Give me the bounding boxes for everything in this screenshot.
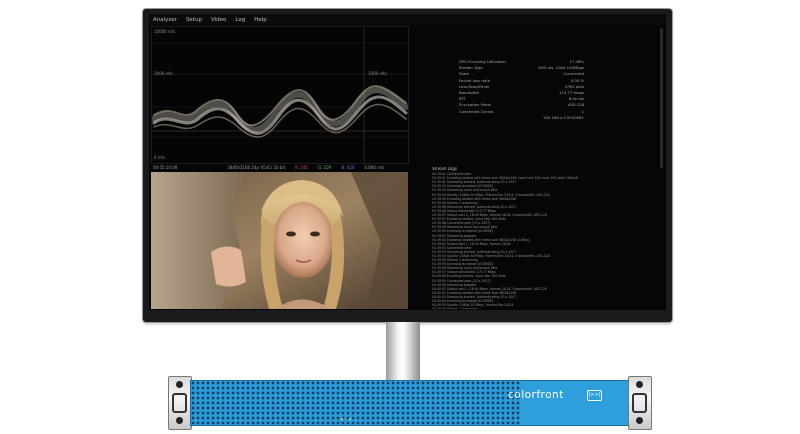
nits-value: 0.800 nits bbox=[364, 164, 385, 170]
colorfront-hardware-unit: colorfront |>>| bbox=[168, 374, 652, 430]
blue-value: B: 420 bbox=[341, 164, 355, 170]
analyzer-screen: Analyzer Setup Video Log Help 10000 nits… bbox=[149, 14, 666, 310]
stream-stats-panel: GPU Encoding Utilization 17.08% Stream Ty… bbox=[459, 59, 659, 121]
device-chassis bbox=[190, 380, 630, 426]
video-preview bbox=[151, 172, 408, 309]
waveform-scope: 10000 nits 1000 nits 1000 nits 0 nits bbox=[151, 26, 409, 164]
menu-analyzer[interactable]: Analyzer bbox=[153, 17, 177, 23]
log-line: 04.40:06 Stream 1 streaming bbox=[432, 307, 657, 309]
menu-log[interactable]: Log bbox=[235, 17, 245, 23]
menu-bar: Analyzer Setup Video Log Help bbox=[149, 14, 666, 25]
menu-video[interactable]: Video bbox=[211, 17, 226, 23]
status-led bbox=[349, 418, 351, 420]
signal-format: 3840x2160 24p YCbCr 10 bit bbox=[227, 164, 286, 170]
rack-ear-right bbox=[628, 376, 652, 430]
monitor: Analyzer Setup Video Log Help 10000 nits… bbox=[143, 9, 672, 322]
video-frame-image bbox=[151, 172, 408, 309]
log-lines: 04.39:41 Connected peer 04.39:41 Encoding… bbox=[432, 172, 657, 309]
waveform-label-mid-right: 1000 nits bbox=[368, 71, 387, 76]
scope-status-bar: 00:05:10:08 3840x2160 24p YCbCr 10 bit R… bbox=[151, 163, 409, 171]
stats-row: 192.168.x.118:50561 bbox=[543, 114, 584, 120]
menu-setup[interactable]: Setup bbox=[186, 17, 202, 23]
rack-ear-left bbox=[168, 376, 192, 430]
waveform-label-top: 10000 nits bbox=[154, 29, 176, 34]
brand-panel bbox=[521, 381, 629, 425]
red-value: R: 245 bbox=[295, 164, 309, 170]
monitor-stand bbox=[386, 322, 420, 380]
stream-log-panel: Stream Logs 04.39:41 Connected peer 04.39… bbox=[432, 167, 657, 309]
brand-logo: colorfront bbox=[508, 389, 564, 401]
status-led bbox=[341, 418, 343, 420]
waveform-trace bbox=[152, 85, 408, 138]
log-title: Stream Logs bbox=[432, 167, 457, 171]
waveform-label-bottom: 0 nits bbox=[154, 155, 166, 160]
stats-scrollbar[interactable] bbox=[660, 28, 663, 168]
waveform-graph bbox=[152, 27, 408, 163]
timecode: 00:05:10:08 bbox=[153, 164, 178, 170]
brand-badge: |>>| bbox=[587, 390, 602, 401]
waveform-label-mid-left: 1000 nits bbox=[154, 71, 173, 76]
menu-help[interactable]: Help bbox=[254, 17, 267, 23]
green-value: G: 229 bbox=[318, 164, 332, 170]
